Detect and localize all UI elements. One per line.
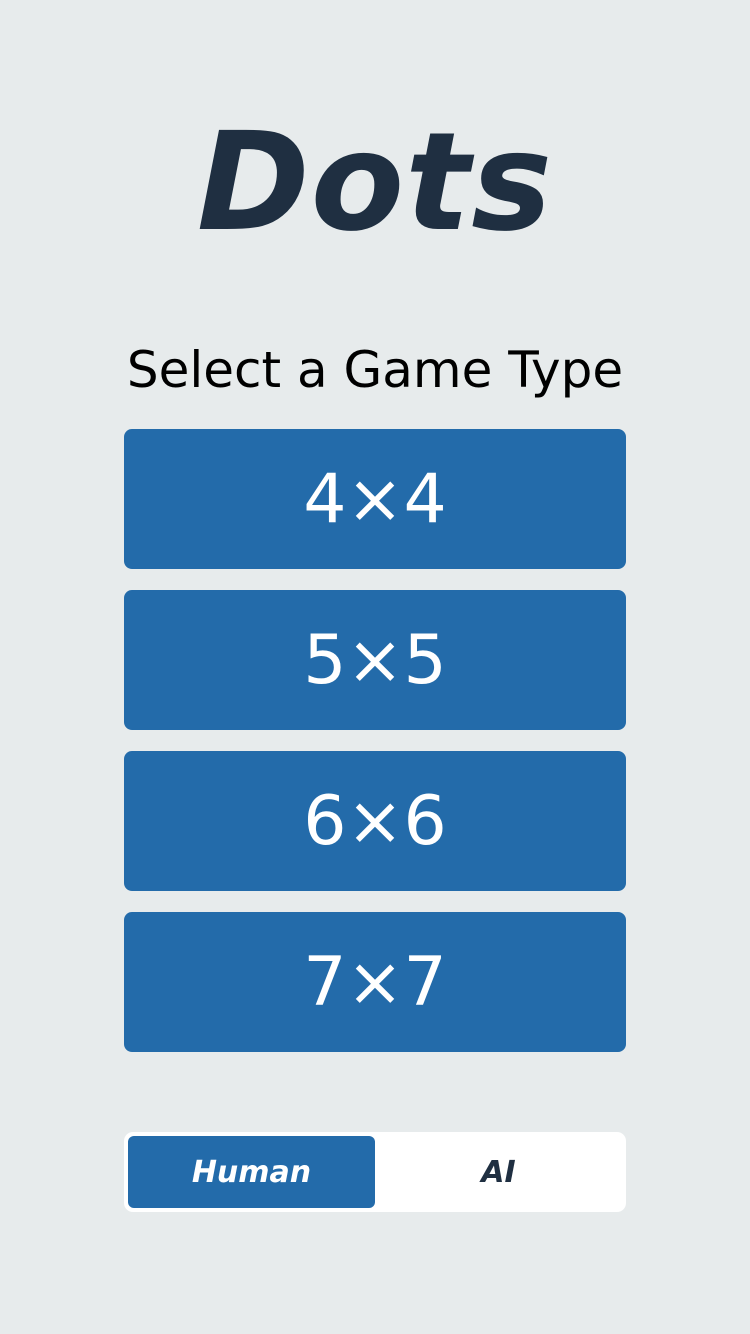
game-type-list: 4×4 5×5 6×6 7×7 <box>124 429 626 1073</box>
game-type-5x5-button[interactable]: 5×5 <box>124 590 626 730</box>
game-type-7x7-button[interactable]: 7×7 <box>124 912 626 1052</box>
human-mode-segment[interactable]: Human <box>128 1136 375 1208</box>
game-type-heading: Select a Game Type <box>126 341 624 399</box>
ai-mode-segment[interactable]: AI <box>375 1136 622 1208</box>
app-title: Dots <box>196 104 554 262</box>
game-type-4x4-button[interactable]: 4×4 <box>124 429 626 569</box>
player-mode-segmented-control: Human AI <box>124 1132 626 1212</box>
game-type-6x6-button[interactable]: 6×6 <box>124 751 626 891</box>
